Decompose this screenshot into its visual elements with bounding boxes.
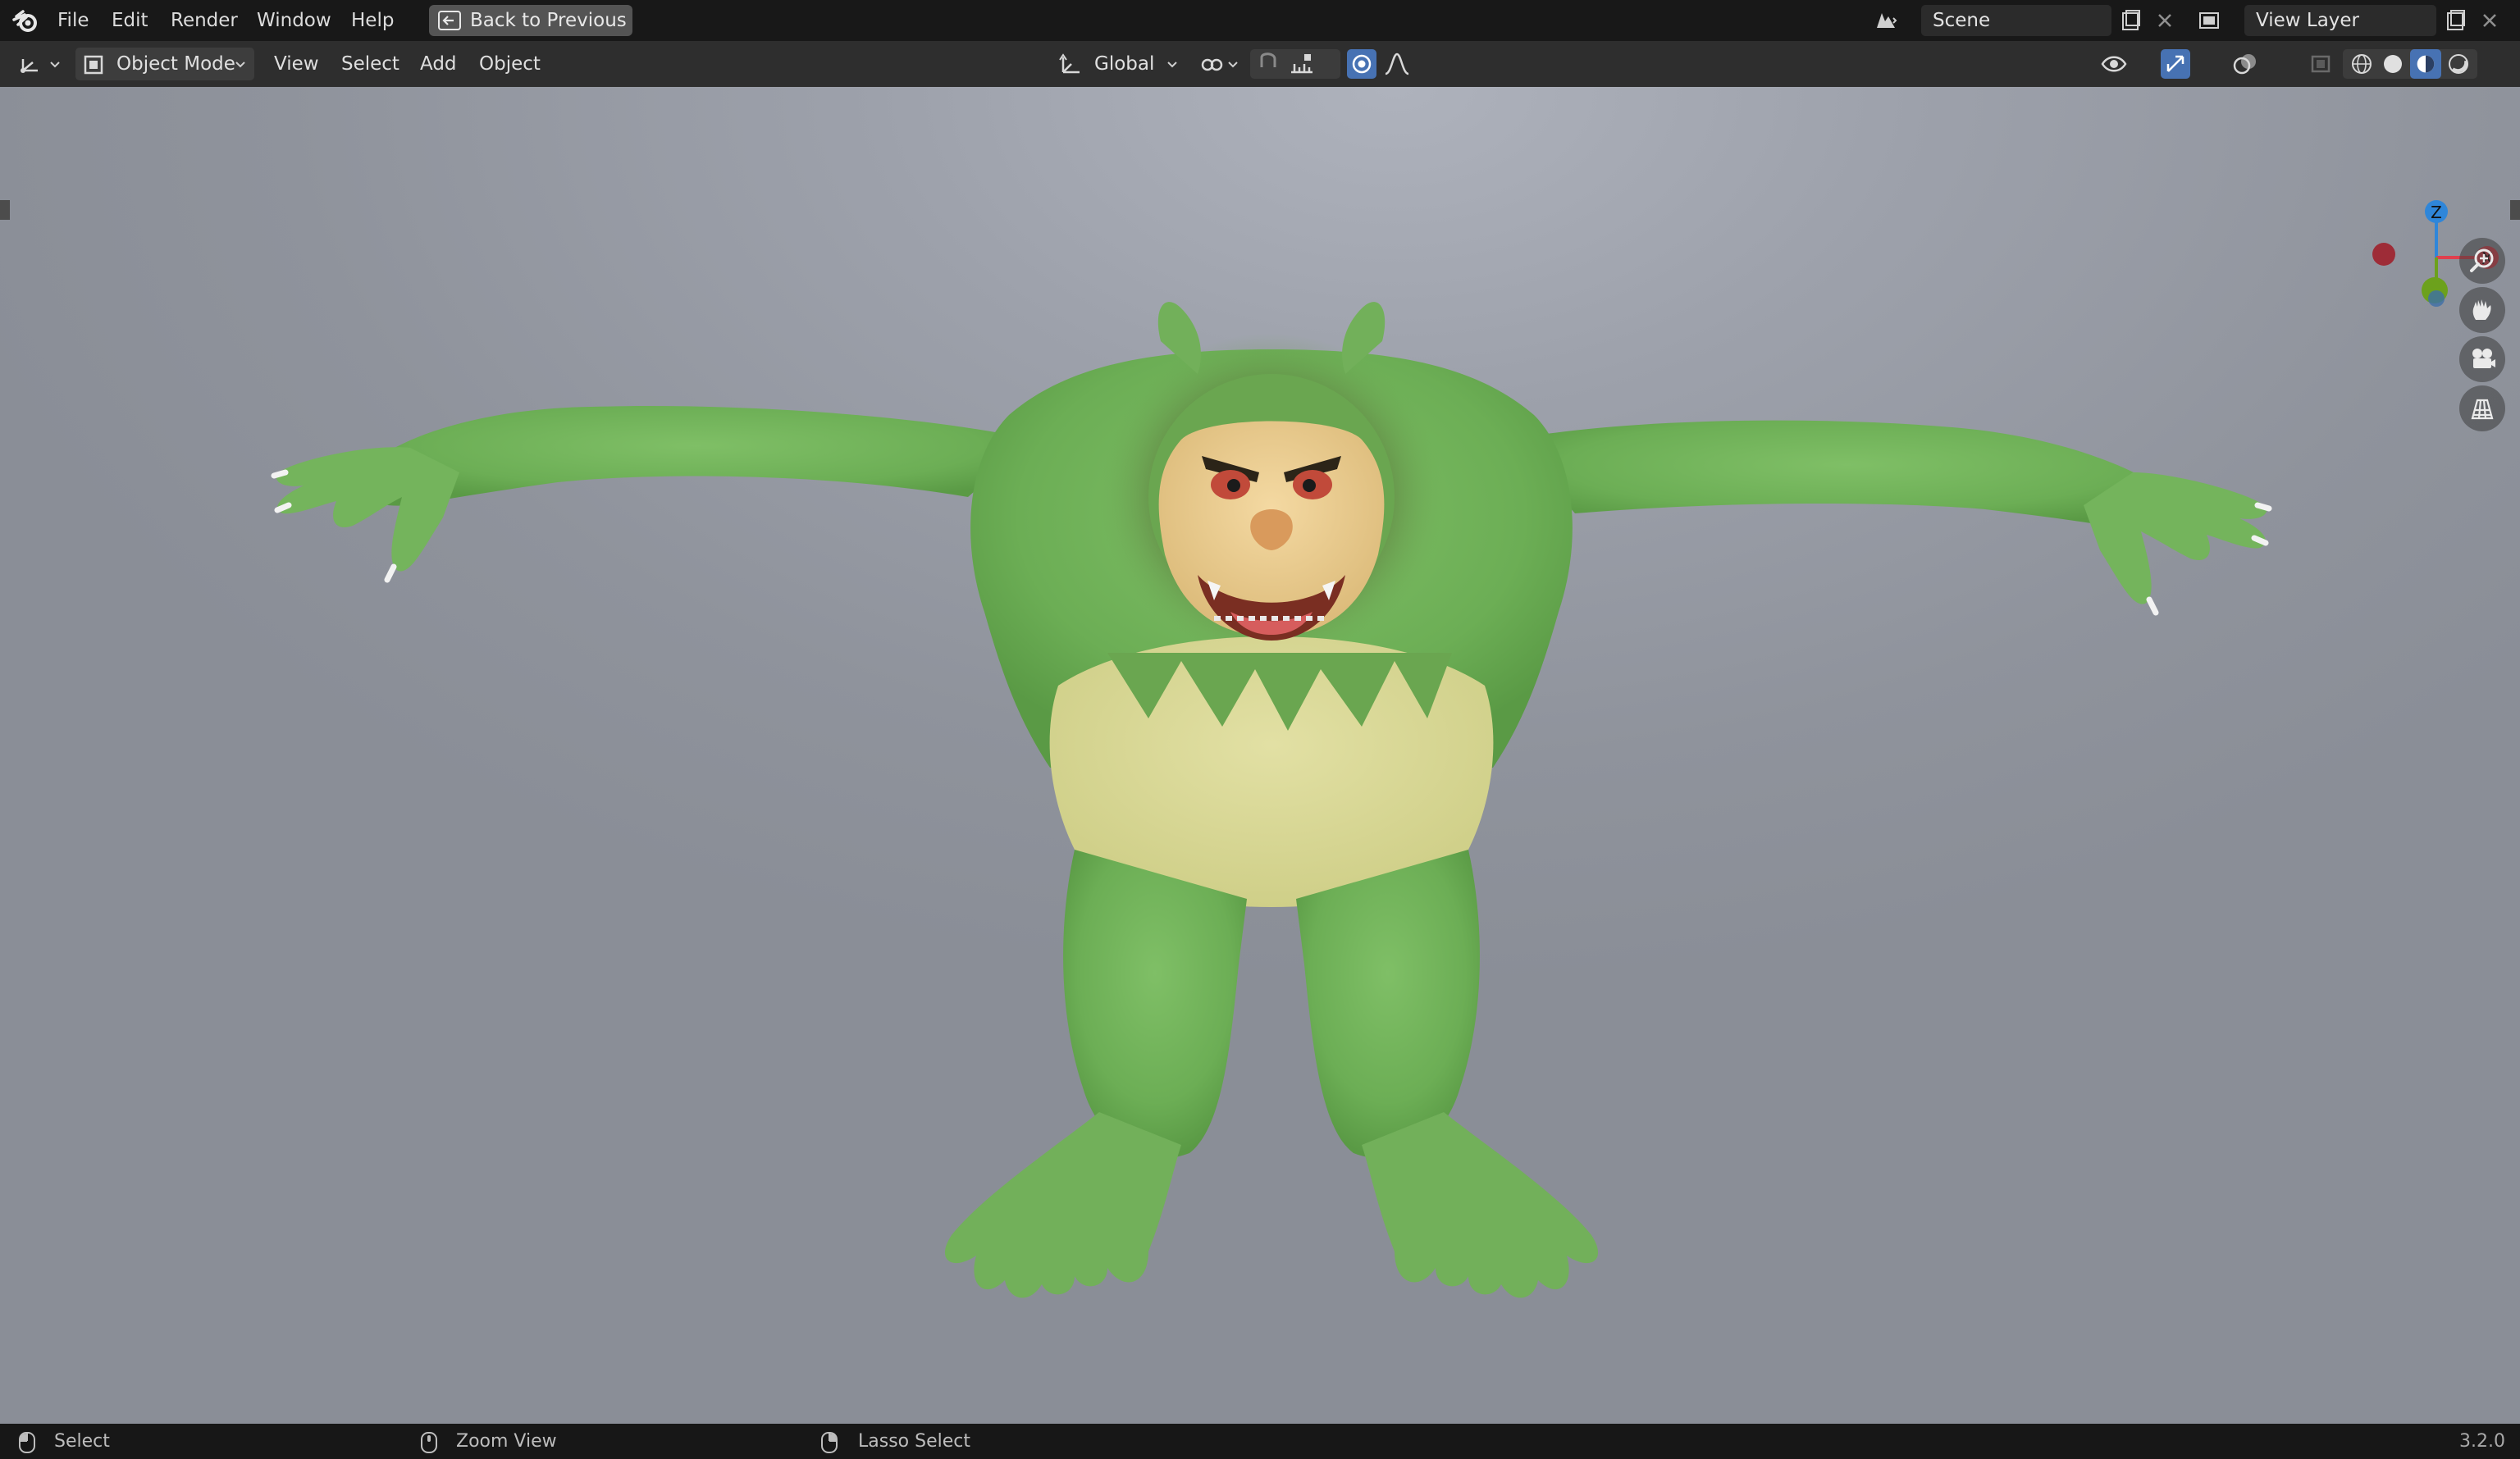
monster-model[interactable] bbox=[246, 226, 2297, 1375]
material-shading-icon bbox=[2417, 55, 2435, 73]
back-to-previous-button[interactable]: Back to Previous bbox=[429, 5, 632, 36]
camera-view-button[interactable] bbox=[2459, 336, 2505, 382]
remove-view-layer-icon[interactable] bbox=[2476, 7, 2504, 34]
menu-window[interactable]: Window bbox=[252, 8, 336, 33]
status-bar: Select Zoom View Lasso Select 3.2.0 bbox=[0, 1424, 2520, 1459]
status-zoom-view: Zoom View bbox=[456, 1431, 557, 1452]
chevron-down-icon bbox=[50, 62, 60, 68]
scene-name: Scene bbox=[1933, 10, 1991, 31]
proportional-edit-icon bbox=[1352, 54, 1372, 74]
solid-shading-icon[interactable] bbox=[2379, 51, 2407, 77]
falloff-curve-icon[interactable] bbox=[1383, 51, 1411, 77]
z-axis-label: Z bbox=[2431, 203, 2442, 222]
object-mode-icon bbox=[84, 55, 103, 75]
neg-z-axis-handle bbox=[2428, 290, 2445, 307]
projection-toggle-button[interactable] bbox=[2459, 385, 2505, 431]
rendered-shading-icon[interactable] bbox=[2445, 51, 2472, 77]
menu-render[interactable]: Render bbox=[166, 8, 243, 33]
blender-logo-icon[interactable] bbox=[11, 7, 41, 36]
transform-orientation-dropdown[interactable]: Global bbox=[1053, 48, 1185, 80]
view-layer-icon[interactable] bbox=[2195, 7, 2223, 34]
back-to-previous-label: Back to Previous bbox=[470, 10, 627, 31]
gizmo-toggle[interactable] bbox=[2161, 49, 2190, 79]
transform-orientation-label: Global bbox=[1094, 53, 1155, 75]
chevron-down-icon bbox=[1228, 62, 1238, 68]
neg-x-axis-handle bbox=[2372, 243, 2395, 266]
object-mode-dropdown[interactable]: Object Mode bbox=[75, 48, 254, 80]
menu-help[interactable]: Help bbox=[346, 8, 399, 33]
camera-icon bbox=[2472, 349, 2495, 368]
scene-icon[interactable] bbox=[1872, 7, 1900, 34]
3d-viewport[interactable]: Z X bbox=[0, 87, 2520, 1424]
pan-hand-icon bbox=[2472, 299, 2491, 320]
editor-type-button[interactable] bbox=[11, 48, 67, 80]
scene-field[interactable]: Scene bbox=[1921, 5, 2111, 36]
xray-icon[interactable] bbox=[2307, 51, 2335, 77]
remove-scene-icon[interactable] bbox=[2151, 7, 2179, 34]
gizmo-icon bbox=[2166, 55, 2184, 72]
menu-file[interactable]: File bbox=[52, 8, 94, 33]
new-view-layer-icon[interactable] bbox=[2441, 7, 2469, 34]
header-menu-select[interactable]: Select bbox=[335, 48, 406, 80]
view-layer-name: View Layer bbox=[2256, 10, 2360, 31]
material-shading-toggle[interactable] bbox=[2410, 49, 2441, 79]
back-icon bbox=[438, 11, 461, 30]
pan-button[interactable] bbox=[2459, 287, 2505, 333]
header-menu-add[interactable]: Add bbox=[413, 48, 463, 80]
version-label: 3.2.0 bbox=[2459, 1431, 2505, 1452]
mouse-middle-icon bbox=[421, 1432, 437, 1453]
snap-increment-icon[interactable] bbox=[1288, 51, 1316, 77]
visibility-icon[interactable] bbox=[2100, 51, 2128, 77]
transform-orientation-icon bbox=[1059, 53, 1080, 74]
mouse-right-icon bbox=[821, 1432, 838, 1453]
pivot-point-icon bbox=[1201, 58, 1223, 71]
menu-edit[interactable]: Edit bbox=[107, 8, 153, 33]
object-mode-label: Object Mode bbox=[116, 53, 235, 75]
header-menu-view[interactable]: View bbox=[267, 48, 326, 80]
pivot-point-dropdown[interactable] bbox=[1196, 48, 1242, 80]
header-menu-object[interactable]: Object bbox=[472, 48, 547, 80]
mouse-left-icon bbox=[19, 1432, 35, 1453]
grid-view-icon bbox=[2471, 399, 2494, 420]
sidebar-toggle-tab[interactable] bbox=[2510, 200, 2520, 220]
chevron-down-icon bbox=[1167, 62, 1177, 68]
zoom-icon bbox=[2470, 248, 2494, 272]
top-bar: File Edit Render Window Help Back to Pre… bbox=[0, 0, 2520, 41]
status-select: Select bbox=[54, 1431, 110, 1452]
chevron-down-icon bbox=[235, 62, 245, 68]
status-lasso-select: Lasso Select bbox=[858, 1431, 970, 1452]
zoom-button[interactable] bbox=[2459, 238, 2505, 284]
wireframe-shading-icon[interactable] bbox=[2348, 51, 2376, 77]
toolbar-toggle-tab[interactable] bbox=[0, 200, 10, 220]
view-layer-field[interactable]: View Layer bbox=[2244, 5, 2436, 36]
new-scene-icon[interactable] bbox=[2116, 7, 2144, 34]
overlay-icon[interactable] bbox=[2231, 51, 2259, 77]
proportional-edit-toggle[interactable] bbox=[1347, 49, 1376, 79]
viewport-header: Object Mode View Select Add Object Globa… bbox=[0, 41, 2520, 109]
snap-icon[interactable] bbox=[1255, 51, 1283, 77]
editor-type-icon bbox=[21, 59, 38, 73]
